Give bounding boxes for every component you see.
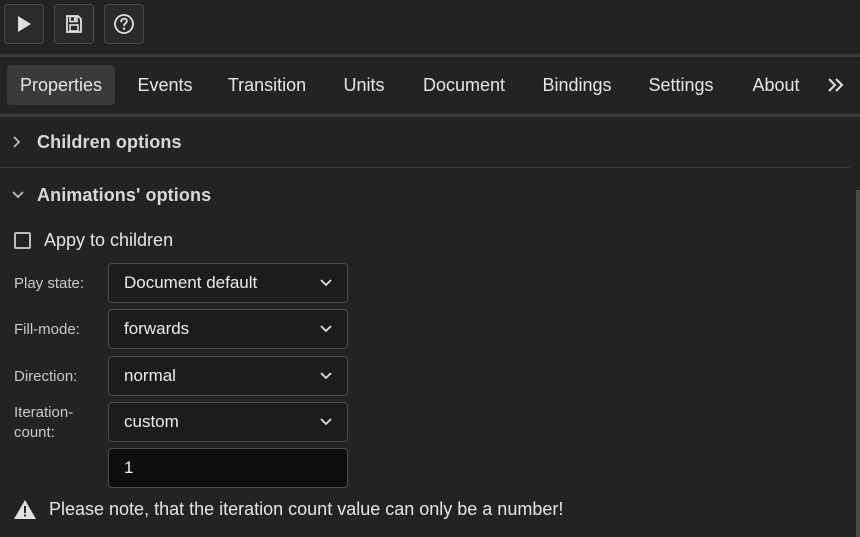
direction-label: Direction: xyxy=(14,368,78,385)
apply-to-children-checkbox[interactable] xyxy=(14,231,31,249)
chevron-down-icon xyxy=(11,171,25,219)
tab-settings[interactable]: Settings xyxy=(640,65,722,105)
play-state-label: Play state: xyxy=(14,275,85,292)
iteration-count-label: Iteration- count: xyxy=(14,403,73,443)
iteration-count-select[interactable]: custom xyxy=(108,402,348,442)
tab-about[interactable]: About xyxy=(742,65,810,105)
section-divider xyxy=(0,167,850,168)
tabs-divider xyxy=(0,114,860,117)
warning-icon xyxy=(14,499,36,519)
iteration-count-label-line2: count: xyxy=(14,424,55,441)
tab-properties[interactable]: Properties xyxy=(7,65,115,105)
animations-options-header[interactable]: Animations' options xyxy=(0,171,850,219)
chevron-down-icon xyxy=(320,372,332,380)
double-chevron-right-icon xyxy=(828,78,844,92)
fill-mode-value: forwards xyxy=(124,319,190,338)
chevron-down-icon xyxy=(320,279,332,287)
scrollbar[interactable] xyxy=(856,190,860,537)
tab-units[interactable]: Units xyxy=(334,65,394,105)
iteration-count-note: Please note, that the iteration count va… xyxy=(13,494,563,524)
iteration-count-value: custom xyxy=(124,412,179,431)
fill-mode-select[interactable]: forwards xyxy=(108,309,348,349)
iteration-count-input[interactable] xyxy=(108,448,348,488)
children-options-header[interactable]: Children options xyxy=(0,118,850,166)
play-state-select[interactable]: Document default xyxy=(108,263,348,303)
help-button[interactable] xyxy=(104,4,144,44)
chevron-right-icon xyxy=(11,118,23,166)
direction-value: normal xyxy=(124,366,176,385)
help-icon xyxy=(114,14,134,34)
tab-bindings[interactable]: Bindings xyxy=(534,65,620,105)
apply-to-children-label: Appy to children xyxy=(44,229,174,250)
save-icon xyxy=(66,15,82,33)
tab-bar: Properties Events Transition Units Docum… xyxy=(0,57,860,114)
animations-options-title: Animations' options xyxy=(37,185,212,205)
save-button[interactable] xyxy=(54,4,94,44)
toolbar xyxy=(0,0,860,54)
children-options-title: Children options xyxy=(37,132,182,152)
direction-select[interactable]: normal xyxy=(108,356,348,396)
tab-transition[interactable]: Transition xyxy=(220,65,314,105)
fill-mode-label: Fill-mode: xyxy=(14,321,80,338)
play-button[interactable] xyxy=(4,4,44,44)
chevron-down-icon xyxy=(320,418,332,426)
tabs-overflow-button[interactable] xyxy=(824,65,848,105)
play-state-value: Document default xyxy=(124,273,258,292)
iteration-count-label-line1: Iteration- xyxy=(14,404,74,421)
tab-events[interactable]: Events xyxy=(130,65,200,105)
apply-to-children-row[interactable]: Appy to children xyxy=(14,226,173,254)
note-text: Please note, that the iteration count va… xyxy=(49,498,564,519)
chevron-down-icon xyxy=(320,325,332,333)
play-icon xyxy=(18,16,31,32)
tab-document[interactable]: Document xyxy=(414,65,514,105)
